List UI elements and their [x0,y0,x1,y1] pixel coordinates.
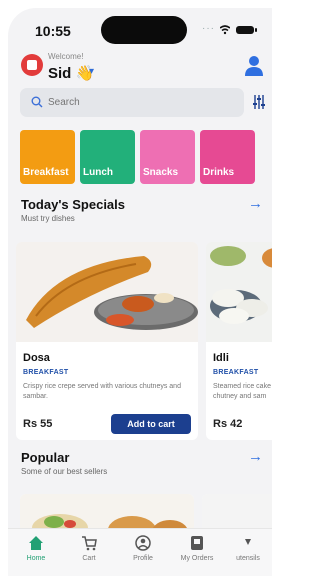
tab-cart[interactable]: Cart [65,535,113,562]
dynamic-island [101,16,187,44]
popular-subtitle: Some of our best sellers [21,467,108,476]
dish-name: Idli [213,352,229,364]
category-lunch[interactable]: Lunch [80,130,135,184]
category-snacks[interactable]: Snacks [140,130,195,184]
signal-icon: ··· [202,23,215,34]
category-label: Snacks [143,167,179,178]
idli-image [206,242,272,342]
dish-name: Dosa [23,352,50,364]
app-logo [21,54,43,76]
category-label: Breakfast [23,167,69,178]
username[interactable]: Sid 👋 [48,64,94,82]
bottom-tab-bar: Home Cart Profile My Orders utensils [8,528,272,576]
arrow-right-icon[interactable]: → [248,448,263,465]
specials-subtitle: Must try dishes [21,214,75,223]
category-breakfast[interactable]: Breakfast [20,130,75,184]
dish-description: Steamed rice cake chutney and sam [213,383,271,400]
dish-price: Rs 55 [23,418,53,430]
arrow-right-icon[interactable]: → [248,195,263,212]
category-label: Drinks [203,167,235,178]
category-drinks[interactable]: Drinks [200,130,255,184]
orders-icon [191,536,203,550]
tab-label: Cart [82,555,96,562]
tab-label: My Orders [180,555,214,562]
specials-title: Today's Specials [21,197,126,212]
dish-category: BREAKFAST [23,369,69,376]
tab-label: utensils [236,555,260,562]
search-bar[interactable] [20,88,244,117]
dish-price: Rs 42 [213,418,243,430]
tab-my-orders[interactable]: My Orders [173,535,221,562]
tab-label: Home [26,555,46,562]
tab-label: Profile [133,555,153,562]
cart-icon [82,536,97,551]
tab-profile[interactable]: Profile [119,535,167,562]
welcome-text: Welcome! [48,52,84,61]
tab-home[interactable]: Home [12,535,60,562]
dish-image [206,242,272,342]
app-screen: 10:55 ··· Welcome! Sid 👋 ▾ Breakfast [8,8,272,576]
dish-description: Crispy rice crepe served with various ch… [23,383,181,400]
status-time: 10:55 [35,23,71,39]
dish-image [16,242,198,342]
profile-icon [135,535,151,551]
add-to-cart-button[interactable]: Add to cart [111,414,191,434]
user-icon[interactable] [244,55,264,77]
dish-card[interactable]: Dosa BREAKFAST Crispy rice crepe served … [16,242,198,440]
dish-category: BREAKFAST [213,369,259,376]
filter-icon[interactable] [252,94,266,110]
tab-utensils[interactable]: utensils [224,535,272,562]
wifi-icon [220,25,230,35]
dosa-image [16,242,198,342]
home-icon [29,536,43,550]
search-input[interactable] [48,97,228,108]
battery-icon [236,26,257,34]
dish-card[interactable]: Idli BREAKFAST Steamed rice cake chutney… [206,242,272,440]
category-label: Lunch [83,167,113,178]
chevron-down-icon[interactable]: ▾ [89,66,94,77]
popular-title: Popular [21,450,70,465]
status-bar: 10:55 ··· [8,8,272,52]
utensils-icon [245,539,251,545]
search-icon [31,96,43,108]
